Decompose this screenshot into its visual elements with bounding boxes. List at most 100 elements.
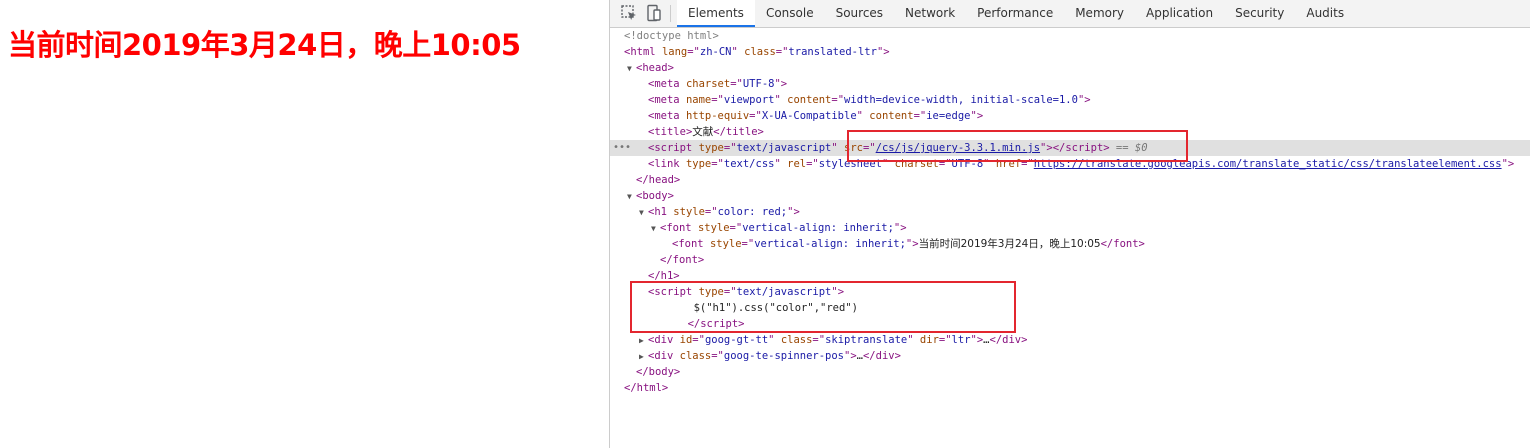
attribute-value: goog-te-spinner-pos bbox=[723, 350, 844, 362]
link-css-node[interactable]: <link type="text/css" rel="stylesheet" c… bbox=[610, 156, 1530, 172]
closing-tag: </div> bbox=[989, 334, 1028, 346]
more-actions-icon[interactable]: ••• bbox=[613, 140, 631, 156]
body-close-node[interactable]: </body> bbox=[610, 364, 1530, 380]
attribute-quote: =" bbox=[711, 350, 724, 362]
attribute-name: style bbox=[697, 222, 730, 234]
attribute-name: type bbox=[698, 286, 724, 298]
text-node: 文献 bbox=[692, 126, 714, 138]
meta-charset-node[interactable]: <meta charset="UTF-8"> bbox=[610, 76, 1530, 92]
attribute-quote: " bbox=[768, 334, 775, 346]
devtools-toolbar: Elements Console Sources Network Performance… bbox=[610, 0, 1530, 28]
attribute-quote: =" bbox=[775, 46, 789, 58]
h1-close-node[interactable]: </h1> bbox=[610, 268, 1530, 284]
attribute-value: width=device-width, initial-scale=1.0 bbox=[844, 94, 1078, 106]
div-spinner-node[interactable]: ▶ <div class="goog-te-spinner-pos">…</div… bbox=[610, 348, 1530, 364]
head-node[interactable]: ▼ <head> bbox=[610, 60, 1530, 76]
closing-tag: </head> bbox=[636, 174, 681, 186]
script-close-node[interactable]: </script> bbox=[610, 316, 1530, 332]
attribute-value: vertical-align: inherit; bbox=[754, 238, 906, 250]
expanded-arrow-icon[interactable]: ▼ bbox=[639, 205, 648, 221]
elements-tree: <!doctype html> <html lang="zh-CN" class=… bbox=[610, 28, 1530, 448]
toolbar-divider bbox=[670, 5, 671, 22]
tag-name: <meta bbox=[648, 110, 680, 122]
attribute-name: src bbox=[844, 142, 863, 154]
attribute-value: ie=edge bbox=[926, 110, 971, 122]
doctype-node[interactable]: <!doctype html> bbox=[610, 28, 1530, 44]
attribute-value: ltr bbox=[951, 334, 971, 346]
attribute-quote: =" bbox=[704, 206, 718, 218]
tab-sources[interactable]: Sources bbox=[825, 0, 894, 27]
div-gt-node[interactable]: ▶ <div id="goog-gt-tt" class="skiptransla… bbox=[610, 332, 1530, 348]
meta-viewport-node[interactable]: <meta name="viewport" content="width=dev… bbox=[610, 92, 1530, 108]
attribute-name: rel bbox=[787, 158, 807, 170]
closing-tag: </font> bbox=[660, 254, 705, 266]
attribute-value: text/javascript bbox=[736, 142, 832, 154]
attribute-name: style bbox=[673, 206, 705, 218]
attribute-value: text/css bbox=[723, 158, 775, 170]
tag-bracket: > bbox=[1507, 158, 1515, 170]
expanded-arrow-icon[interactable]: ▼ bbox=[627, 61, 636, 77]
attribute-quote: =" bbox=[741, 238, 755, 250]
attribute-name: content bbox=[787, 94, 832, 106]
h1-node[interactable]: ▼ <h1 style="color: red;"> bbox=[610, 204, 1530, 220]
tab-audits[interactable]: Audits bbox=[1295, 0, 1355, 27]
tab-elements[interactable]: Elements bbox=[677, 0, 755, 27]
tag-name: <meta bbox=[648, 94, 680, 106]
meta-compat-node[interactable]: <meta http-equiv="X-UA-Compatible" conte… bbox=[610, 108, 1530, 124]
attribute-name: content bbox=[869, 110, 914, 122]
attribute-value: zh-CN bbox=[699, 46, 732, 58]
tab-memory[interactable]: Memory bbox=[1064, 0, 1135, 27]
tag-bracket: > bbox=[837, 286, 845, 298]
device-toolbar-icon[interactable] bbox=[644, 3, 664, 23]
attribute-name: type bbox=[685, 158, 712, 170]
font-inner-node[interactable]: <font style="vertical-align: inherit;">当… bbox=[610, 236, 1530, 252]
tag-bracket: > bbox=[667, 62, 674, 74]
attribute-name: dir bbox=[919, 334, 939, 346]
attribute-quote: =" bbox=[938, 334, 952, 346]
attribute-quote: " bbox=[881, 158, 889, 170]
script-jquery-node[interactable]: ••• <script type="text/javascript" src="/… bbox=[610, 140, 1530, 156]
tag-name: <title bbox=[648, 126, 686, 138]
tab-security[interactable]: Security bbox=[1224, 0, 1295, 27]
html-close-node[interactable]: </html> bbox=[610, 380, 1530, 396]
attribute-quote: =" bbox=[711, 94, 724, 106]
collapsed-arrow-icon[interactable]: ▶ bbox=[639, 333, 648, 349]
attribute-name: class bbox=[780, 334, 813, 346]
attribute-quote: " bbox=[774, 158, 781, 170]
tab-console[interactable]: Console bbox=[755, 0, 825, 27]
tab-network[interactable]: Network bbox=[894, 0, 966, 27]
title-node[interactable]: <title>文献</title> bbox=[610, 124, 1530, 140]
font-outer-node[interactable]: ▼ <font style="vertical-align: inherit;"> bbox=[610, 220, 1530, 236]
closing-tag: </body> bbox=[636, 366, 681, 378]
page-viewport: 当前时间2019年3月24日，晚上10:05 bbox=[0, 0, 609, 448]
attribute-quote: =" bbox=[831, 94, 845, 106]
attribute-quote: =" bbox=[723, 142, 737, 154]
expanded-arrow-icon[interactable]: ▼ bbox=[627, 189, 636, 205]
tag-name: <h1 bbox=[648, 206, 667, 218]
attribute-value: translated-ltr bbox=[788, 46, 877, 58]
closing-tag: </script> bbox=[687, 318, 745, 330]
screen: 当前时间2019年3月24日，晚上10:05 Elements Console So… bbox=[0, 0, 1530, 448]
expanded-arrow-icon[interactable]: ▼ bbox=[651, 221, 660, 237]
tab-performance[interactable]: Performance bbox=[966, 0, 1064, 27]
script-code-node[interactable]: $("h1").css("color","red") bbox=[610, 300, 1530, 316]
inspect-element-icon[interactable] bbox=[619, 3, 639, 23]
tab-application[interactable]: Application bbox=[1135, 0, 1224, 27]
attribute-name: charset bbox=[894, 158, 939, 170]
attribute-quote: " bbox=[774, 94, 781, 106]
attribute-value: stylesheet bbox=[818, 158, 882, 170]
attribute-quote: =" bbox=[806, 158, 819, 170]
closing-tag: </script> bbox=[1052, 142, 1110, 154]
font-close-node[interactable]: </font> bbox=[610, 252, 1530, 268]
body-node[interactable]: ▼ <body> bbox=[610, 188, 1530, 204]
tag-name: <div bbox=[648, 350, 674, 362]
tag-name: <div bbox=[648, 334, 674, 346]
attribute-name: type bbox=[698, 142, 724, 154]
head-close-node[interactable]: </head> bbox=[610, 172, 1530, 188]
script-inline-node[interactable]: <script type="text/javascript"> bbox=[610, 284, 1530, 300]
attribute-quote: =" bbox=[687, 46, 700, 58]
tag-name: <font bbox=[660, 222, 692, 234]
collapsed-arrow-icon[interactable]: ▶ bbox=[639, 349, 648, 365]
html-node[interactable]: <html lang="zh-CN" class="translated-ltr… bbox=[610, 44, 1530, 60]
attribute-quote: =" bbox=[863, 142, 876, 154]
